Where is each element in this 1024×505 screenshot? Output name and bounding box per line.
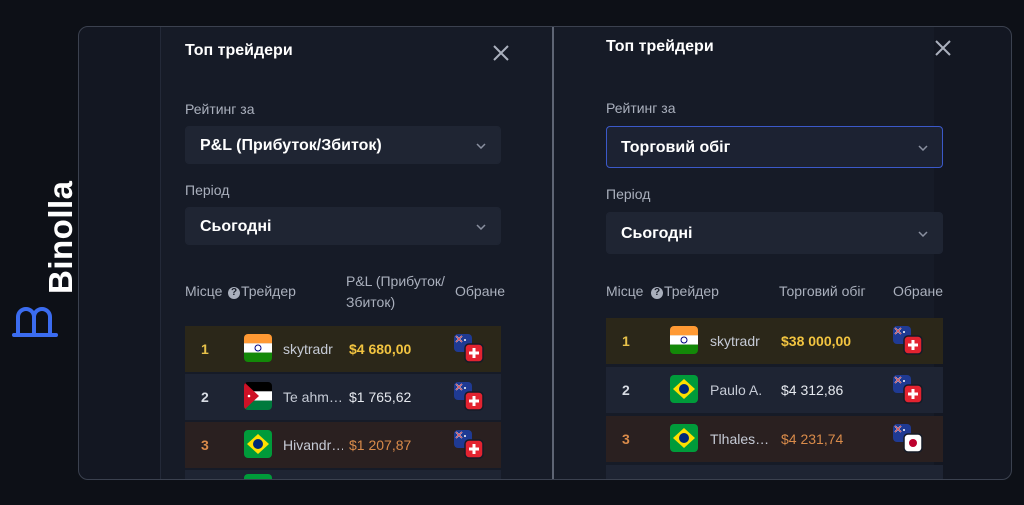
screenshot-frame: Топ трейдери Рейтинг за P&L (Прибуток/Зб… [78,26,1012,480]
table-row-partial [185,470,501,479]
trader-name[interactable]: skytradr [710,333,774,349]
column-header-trader: ? Трейдер [651,281,719,302]
column-header-volume: Торговий обіг [779,283,866,299]
column-header-place: Місце [606,283,644,299]
table-row[interactable]: 2 Paulo A. $4 312,86 [606,367,943,413]
trader-name[interactable]: Hivandr… [283,437,343,453]
period-select[interactable]: Сьогодні [185,207,501,245]
panel-title: Топ трейдери [606,38,714,55]
chevron-down-icon [476,224,486,230]
period-label: Період [606,186,651,202]
jordan-flag-icon [244,382,272,410]
rating-select-value: Торговий обіг [621,139,731,156]
favorite-assets-icon[interactable] [892,324,924,356]
pnl-value: $4 680,00 [349,341,412,357]
favorite-assets-icon[interactable] [453,332,485,364]
volume-value: $4 312,86 [781,382,844,398]
top-traders-panel-pnl: Топ трейдери Рейтинг за P&L (Прибуток/Зб… [160,27,553,479]
brazil-flag-icon [670,375,698,403]
rating-select[interactable]: P&L (Прибуток/Збиток) [185,126,501,164]
rank: 2 [201,389,209,405]
rank: 3 [622,431,630,447]
table-row-partial [606,465,943,479]
rating-label: Рейтинг за [185,101,255,117]
rank: 2 [622,382,630,398]
column-header-trader-label: Трейдер [241,283,296,299]
trader-name[interactable]: skytradr [283,341,345,357]
volume-value: $38 000,00 [781,333,852,349]
column-header-favorites: Обране [455,283,505,299]
rating-label: Рейтинг за [606,100,676,116]
close-icon[interactable] [492,44,510,62]
favorite-assets-icon[interactable] [892,373,924,405]
top-traders-panel-volume: Топ трейдери Рейтинг за Торговий обіг Пе… [554,27,951,479]
trader-name[interactable]: Paulo A. [710,382,774,398]
period-select-value: Сьогодні [621,225,693,242]
chevron-down-icon [918,145,928,151]
traders-table: 1 skytradr $4 680,00 2 Te ahm… $1 765,62… [185,326,501,479]
period-label: Період [185,182,230,198]
pnl-value: $1 207,87 [349,437,412,453]
flag-icon [244,474,272,479]
table-row[interactable]: 3 Tlhales… $4 231,74 [606,416,943,462]
table-row[interactable]: 1 skytradr $38 000,00 [606,318,943,364]
brazil-flag-icon [244,430,272,458]
chevron-down-icon [476,143,486,149]
table-row[interactable]: 1 skytradr $4 680,00 [185,326,501,372]
help-icon[interactable]: ? [651,287,663,299]
column-header-favorites: Обране [893,283,943,299]
pnl-value: $1 765,62 [349,389,412,405]
favorite-assets-icon[interactable] [892,422,924,454]
period-select[interactable]: Сьогодні [606,212,943,254]
table-row[interactable]: 2 Te ahm… $1 765,62 [185,374,501,420]
brand-name: Binolla [42,180,79,294]
favorite-assets-icon[interactable] [453,380,485,412]
rank: 1 [201,341,209,357]
traders-table: 1 skytradr $38 000,00 2 Paulo A. $4 312,… [606,318,943,479]
column-header-trader-label: Трейдер [664,283,719,299]
help-icon[interactable]: ? [228,287,240,299]
panel-title: Топ трейдери [185,42,293,59]
chevron-down-icon [918,231,928,237]
rank: 3 [201,437,209,453]
trader-name[interactable]: Tlhales… [710,431,774,447]
volume-value: $4 231,74 [781,431,844,447]
rank: 1 [622,333,630,349]
column-header-place: Місце [185,283,223,299]
binolla-logo-icon [12,305,60,339]
column-header-trader: ? Трейдер [228,281,296,302]
table-row[interactable]: 3 Hivandr… $1 207,87 [185,422,501,468]
period-select-value: Сьогодні [200,218,272,235]
brazil-flag-icon [670,424,698,452]
india-flag-icon [670,326,698,354]
trader-name[interactable]: Te ahm… [283,389,343,405]
column-header-pnl: P&L (Прибуток/ Збиток) [346,273,445,310]
india-flag-icon [244,334,272,362]
rating-select-value: P&L (Прибуток/Збиток) [200,137,382,154]
rating-select[interactable]: Торговий обіг [606,126,943,168]
favorite-assets-icon[interactable] [453,428,485,460]
close-icon[interactable] [934,39,952,57]
